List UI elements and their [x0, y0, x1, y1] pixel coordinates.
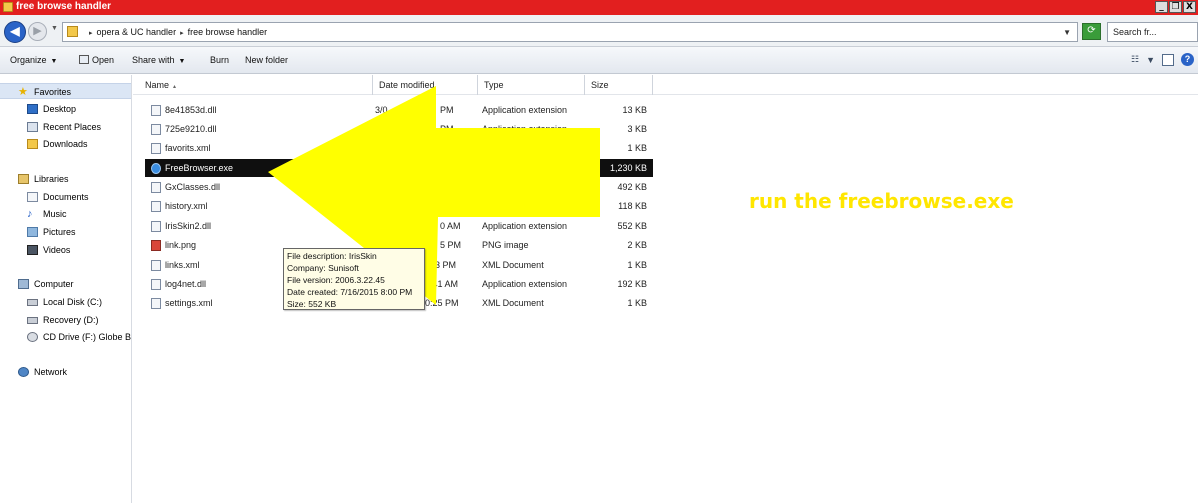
search-placeholder: Search fr...: [1113, 27, 1157, 37]
dll-file-icon: [151, 221, 161, 232]
xml-file-icon: [151, 201, 161, 212]
file-row[interactable]: 725e9210.dll PM Application extension 3 …: [145, 120, 653, 138]
nav-computer[interactable]: Computer: [0, 276, 131, 292]
share-with-button[interactable]: Share with ▼: [132, 55, 185, 65]
navigation-pane: ★ Favorites Desktop Recent Places Downlo…: [0, 75, 132, 503]
exe-file-icon: [151, 163, 161, 174]
png-file-icon: [151, 240, 161, 251]
file-row[interactable]: favorits.xml 1 KB: [145, 139, 653, 157]
minimize-button[interactable]: _: [1155, 1, 1168, 13]
videos-icon: [27, 245, 38, 255]
folder-icon: [3, 2, 13, 12]
help-icon[interactable]: ?: [1181, 53, 1194, 66]
cd-drive-icon: [27, 332, 38, 342]
tooltip-company: Company: Sunisoft: [287, 263, 359, 273]
column-header-size[interactable]: Size: [585, 75, 653, 95]
file-row[interactable]: history.xml 118 KB: [145, 197, 653, 215]
window-controls: _ ❐ X: [1155, 1, 1196, 13]
nav-pictures[interactable]: Pictures: [0, 224, 131, 240]
restore-button[interactable]: ❐: [1169, 1, 1182, 13]
nav-libraries[interactable]: Libraries: [0, 171, 131, 187]
nav-recent-places[interactable]: Recent Places: [0, 119, 131, 135]
nav-documents[interactable]: Documents: [0, 189, 131, 205]
network-icon: [18, 367, 29, 377]
dll-file-icon: [151, 124, 161, 135]
title-bar: free browse handler _ ❐ X: [0, 0, 1198, 15]
open-icon: [79, 55, 89, 64]
nav-local-disk[interactable]: Local Disk (C:): [0, 294, 131, 310]
column-header-date-modified[interactable]: Date modified: [373, 75, 478, 95]
refresh-button[interactable]: ⟳: [1082, 23, 1101, 40]
nav-music[interactable]: ♪ Music: [0, 206, 131, 222]
breadcrumb-item[interactable]: free browse handler: [188, 27, 268, 37]
address-bar-area: ◀ ▶ ▼ ▸ opera & UC handler ▸ free browse ha…: [0, 15, 1198, 47]
music-icon: ♪: [27, 208, 33, 220]
desktop-icon: [27, 104, 38, 114]
annotation-text: run the freebrowse.exe: [749, 189, 1014, 213]
nav-favorites[interactable]: ★ Favorites: [0, 83, 131, 99]
column-header-type[interactable]: Type: [478, 75, 585, 95]
file-row[interactable]: 8e41853d.dll 3/0 PM Application extensio…: [145, 101, 653, 119]
file-row[interactable]: IrisSkin2.dll 0 AM Application extension…: [145, 217, 653, 235]
file-info-tooltip: File description: IrisSkin Company: Suni…: [283, 248, 425, 310]
computer-icon: [18, 279, 29, 289]
dll-file-icon: [151, 105, 161, 116]
window-title: free browse handler: [16, 1, 112, 12]
burn-button[interactable]: Burn: [210, 55, 229, 65]
nav-cd-drive[interactable]: CD Drive (F:) Globe B: [0, 329, 131, 345]
command-bar: Organize ▼ Open Share with ▼ Burn New fold…: [0, 47, 1198, 74]
view-dropdown-icon[interactable]: ▼: [1146, 55, 1155, 65]
forward-button[interactable]: ▶: [28, 22, 47, 41]
pictures-icon: [27, 227, 38, 237]
address-dropdown-icon[interactable]: ▼: [1063, 28, 1071, 37]
xml-file-icon: [151, 298, 161, 309]
xml-file-icon: [151, 260, 161, 271]
dll-file-icon: [151, 279, 161, 290]
address-box[interactable]: ▸ opera & UC handler ▸ free browse handler …: [62, 22, 1078, 42]
search-input[interactable]: Search fr...: [1107, 22, 1198, 42]
file-row[interactable]: GxClasses.dll 492 KB: [145, 178, 653, 196]
preview-pane-icon[interactable]: [1162, 53, 1174, 66]
column-headers: Name ▴ Date modified Type Size: [133, 75, 1198, 95]
back-button[interactable]: ◀: [4, 21, 26, 43]
breadcrumb-item[interactable]: opera & UC handler: [97, 27, 177, 37]
hard-disk-icon: [27, 299, 38, 306]
new-folder-button[interactable]: New folder: [245, 55, 288, 65]
organize-button[interactable]: Organize ▼: [10, 55, 57, 65]
dll-file-icon: [151, 182, 161, 193]
nav-videos[interactable]: Videos: [0, 242, 131, 258]
nav-desktop[interactable]: Desktop: [0, 101, 131, 117]
tooltip-created: Date created: 7/16/2015 8:00 PM: [287, 287, 413, 297]
tooltip-version: File version: 2006.3.22.45: [287, 275, 385, 285]
documents-icon: [27, 192, 38, 202]
nav-recovery[interactable]: Recovery (D:): [0, 312, 131, 328]
breadcrumb: ▸ opera & UC handler ▸ free browse handler: [89, 27, 268, 37]
view-controls: ☷ ▼ ?: [1131, 53, 1194, 66]
hard-disk-icon: [27, 317, 38, 324]
folder-icon: [67, 26, 78, 37]
view-options-icon[interactable]: ☷: [1131, 54, 1139, 65]
libraries-icon: [18, 174, 29, 184]
nav-downloads[interactable]: Downloads: [0, 136, 131, 152]
file-row-selected[interactable]: FreeBrowser.exe 1,230 KB: [145, 159, 653, 177]
close-button[interactable]: X: [1183, 1, 1196, 13]
star-icon: ★: [18, 86, 28, 98]
xml-file-icon: [151, 143, 161, 154]
tooltip-description: File description: IrisSkin: [287, 251, 377, 261]
open-button[interactable]: Open: [79, 55, 114, 65]
nav-network[interactable]: Network: [0, 364, 131, 380]
recent-pages-dropdown[interactable]: ▼: [51, 25, 58, 32]
tooltip-size: Size: 552 KB: [287, 299, 337, 309]
downloads-icon: [27, 139, 38, 149]
recent-places-icon: [27, 122, 38, 132]
column-header-name[interactable]: Name ▴: [139, 75, 373, 95]
